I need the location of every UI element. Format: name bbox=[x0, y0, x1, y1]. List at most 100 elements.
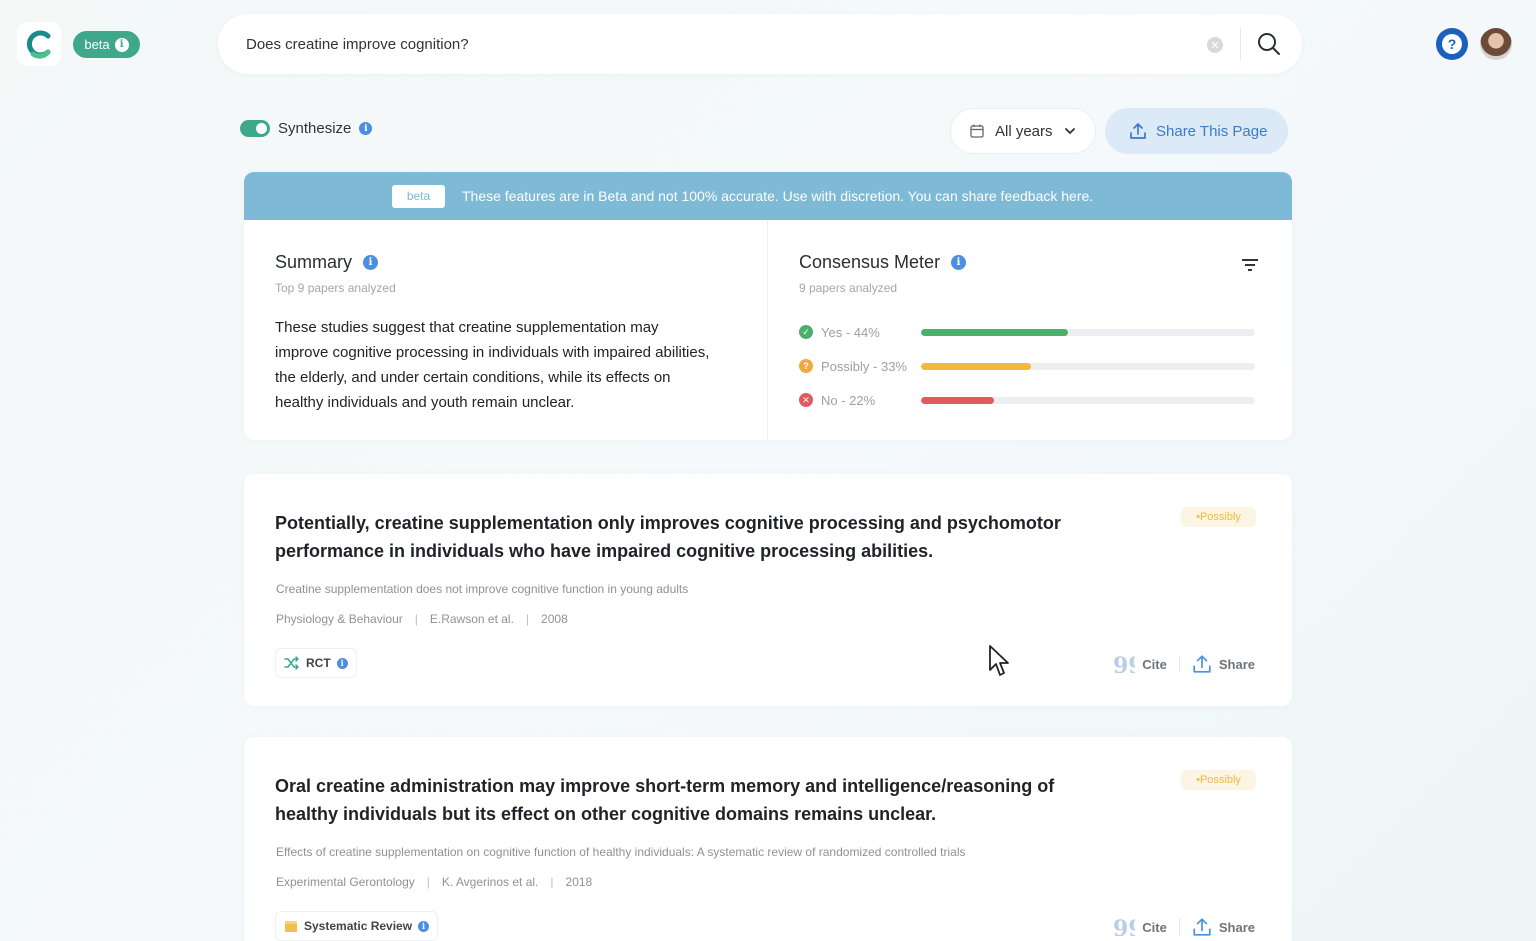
meter-label-possibly: Possibly - 33% bbox=[821, 358, 907, 374]
search-icon[interactable] bbox=[1256, 31, 1282, 62]
chevron-down-icon bbox=[1064, 128, 1075, 135]
meter-fill-possibly bbox=[921, 362, 1032, 370]
avatar[interactable] bbox=[1480, 28, 1512, 60]
paper-authors: K. Avgerinos et al. bbox=[441, 875, 539, 889]
search-input[interactable] bbox=[246, 32, 1146, 56]
meter-fill-no bbox=[921, 396, 995, 404]
synthesize-info-icon[interactable]: i bbox=[359, 122, 373, 135]
consensus-meter: ✓ Yes - 44% ? Possibly - 33% ✕ No - 22% bbox=[799, 315, 1259, 417]
search-divider bbox=[1240, 28, 1241, 60]
study-type-tag[interactable]: RCT i bbox=[275, 648, 357, 678]
paper-meta: Physiology & Behaviour | E.Rawson et al.… bbox=[276, 612, 568, 626]
share-button[interactable]: Share bbox=[1192, 917, 1255, 937]
paper-title[interactable]: Creatine supplementation does not improv… bbox=[276, 582, 688, 596]
consensus-heading: Consensus Meter i bbox=[799, 252, 1259, 273]
summary-subtitle: Top 9 papers analyzed bbox=[275, 281, 396, 295]
meter-row-no: ✕ No - 22% bbox=[799, 383, 1259, 417]
logo-c-icon bbox=[27, 30, 51, 59]
shuffle-icon bbox=[284, 656, 299, 670]
svg-text:99: 99 bbox=[1113, 918, 1135, 936]
paper-journal: Physiology & Behaviour bbox=[276, 612, 403, 626]
filter-icon[interactable] bbox=[1241, 257, 1259, 278]
quote-icon: 99 bbox=[1113, 655, 1135, 673]
question-mark-icon: ? bbox=[799, 359, 813, 373]
meter-track-yes bbox=[921, 328, 1255, 336]
check-icon: ✓ bbox=[799, 325, 813, 339]
synthesize-toggle[interactable] bbox=[240, 120, 270, 137]
share-page-button[interactable]: Share This Page bbox=[1105, 108, 1288, 154]
paper-year: 2018 bbox=[565, 875, 593, 889]
beta-badge[interactable]: beta i bbox=[73, 31, 140, 58]
synthesize-control: Synthesize i bbox=[240, 120, 373, 137]
consensus-info-icon[interactable]: i bbox=[951, 255, 967, 270]
paper-title[interactable]: Effects of creatine supplementation on c… bbox=[276, 845, 965, 859]
summary-text: These studies suggest that creatine supp… bbox=[275, 319, 710, 411]
possibly-badge: •Possibly bbox=[1181, 507, 1256, 527]
result-actions: 99 Cite Share bbox=[1113, 654, 1255, 674]
summary-title: Summary bbox=[275, 252, 353, 272]
share-upload-icon bbox=[1193, 918, 1211, 936]
action-divider bbox=[1178, 655, 1180, 673]
column-divider bbox=[767, 220, 768, 440]
result-card[interactable]: Potentially, creatine supplementation on… bbox=[244, 474, 1292, 706]
meter-track-no bbox=[921, 396, 1255, 404]
help-button[interactable]: ? bbox=[1436, 28, 1468, 60]
result-card[interactable]: Oral creatine administration may improve… bbox=[244, 737, 1292, 941]
meta-separator: | bbox=[525, 612, 530, 626]
meta-separator: | bbox=[426, 875, 430, 889]
cite-button[interactable]: 99 Cite bbox=[1113, 655, 1167, 673]
clear-search-icon[interactable]: ✕ bbox=[1207, 37, 1223, 53]
mouse-cursor-icon bbox=[988, 644, 1012, 683]
meter-row-yes: ✓ Yes - 44% bbox=[799, 315, 1259, 349]
study-type-tag[interactable]: Systematic Review i bbox=[275, 911, 439, 941]
share-page-label: Share This Page bbox=[1156, 122, 1268, 140]
beta-banner[interactable]: beta These features are in Beta and not … bbox=[244, 172, 1292, 220]
action-divider bbox=[1178, 918, 1180, 936]
summary-heading: Summary i bbox=[275, 252, 715, 273]
consensus-logo[interactable] bbox=[17, 22, 61, 66]
meter-track-possibly bbox=[921, 362, 1255, 370]
possibly-badge: •Possibly bbox=[1181, 770, 1256, 790]
banner-text: These features are in Beta and not 100% … bbox=[462, 188, 1094, 204]
cite-label: Cite bbox=[1142, 919, 1167, 935]
result-claim[interactable]: Oral creatine administration may improve… bbox=[275, 772, 1095, 828]
x-circle-icon: ✕ bbox=[799, 393, 813, 407]
synthesis-card: beta These features are in Beta and not … bbox=[244, 172, 1292, 440]
quote-icon: 99 bbox=[1113, 918, 1135, 936]
consensus-meter-section: Consensus Meter i 9 papers analyzed ✓ Ye… bbox=[799, 252, 1259, 417]
beta-label: beta bbox=[84, 37, 110, 52]
meter-label-no: No - 22% bbox=[821, 392, 876, 408]
year-filter-dropdown[interactable]: All years bbox=[950, 108, 1096, 154]
summary-section: Summary i Top 9 papers analyzed These st… bbox=[275, 252, 715, 415]
cite-button[interactable]: 99 Cite bbox=[1113, 918, 1167, 936]
upload-icon bbox=[1130, 123, 1146, 139]
result-claim[interactable]: Potentially, creatine supplementation on… bbox=[275, 509, 1095, 565]
share-upload-icon bbox=[1193, 655, 1211, 673]
paper-authors: E.Rawson et al. bbox=[429, 612, 514, 626]
study-type-info-icon[interactable]: i bbox=[336, 657, 348, 669]
study-type-label: Systematic Review bbox=[304, 919, 413, 933]
meter-label-yes: Yes - 44% bbox=[821, 324, 880, 340]
meta-separator: | bbox=[550, 875, 554, 889]
result-actions: 99 Cite Share bbox=[1113, 917, 1255, 937]
question-icon: ? bbox=[1442, 34, 1462, 54]
calendar-icon bbox=[970, 124, 984, 138]
share-label: Share bbox=[1218, 656, 1255, 672]
paper-year: 2008 bbox=[541, 612, 568, 626]
share-label: Share bbox=[1218, 919, 1255, 935]
meter-row-possibly: ? Possibly - 33% bbox=[799, 349, 1259, 383]
paper-meta: Experimental Gerontology | K. Avgerinos … bbox=[276, 875, 592, 889]
meta-separator: | bbox=[414, 612, 418, 626]
meter-fill-yes bbox=[921, 328, 1068, 336]
share-button[interactable]: Share bbox=[1192, 654, 1255, 674]
study-type-info-icon[interactable]: i bbox=[418, 920, 430, 932]
info-icon: i bbox=[114, 37, 129, 52]
cite-label: Cite bbox=[1142, 656, 1167, 672]
summary-info-icon[interactable]: i bbox=[363, 255, 379, 270]
consensus-subtitle: 9 papers analyzed bbox=[799, 281, 898, 295]
paper-journal: Experimental Gerontology bbox=[276, 875, 415, 889]
study-type-label: RCT bbox=[306, 656, 331, 670]
folder-icon bbox=[285, 921, 297, 932]
synthesize-label: Synthesize bbox=[278, 120, 352, 137]
year-filter-label: All years bbox=[995, 122, 1053, 140]
